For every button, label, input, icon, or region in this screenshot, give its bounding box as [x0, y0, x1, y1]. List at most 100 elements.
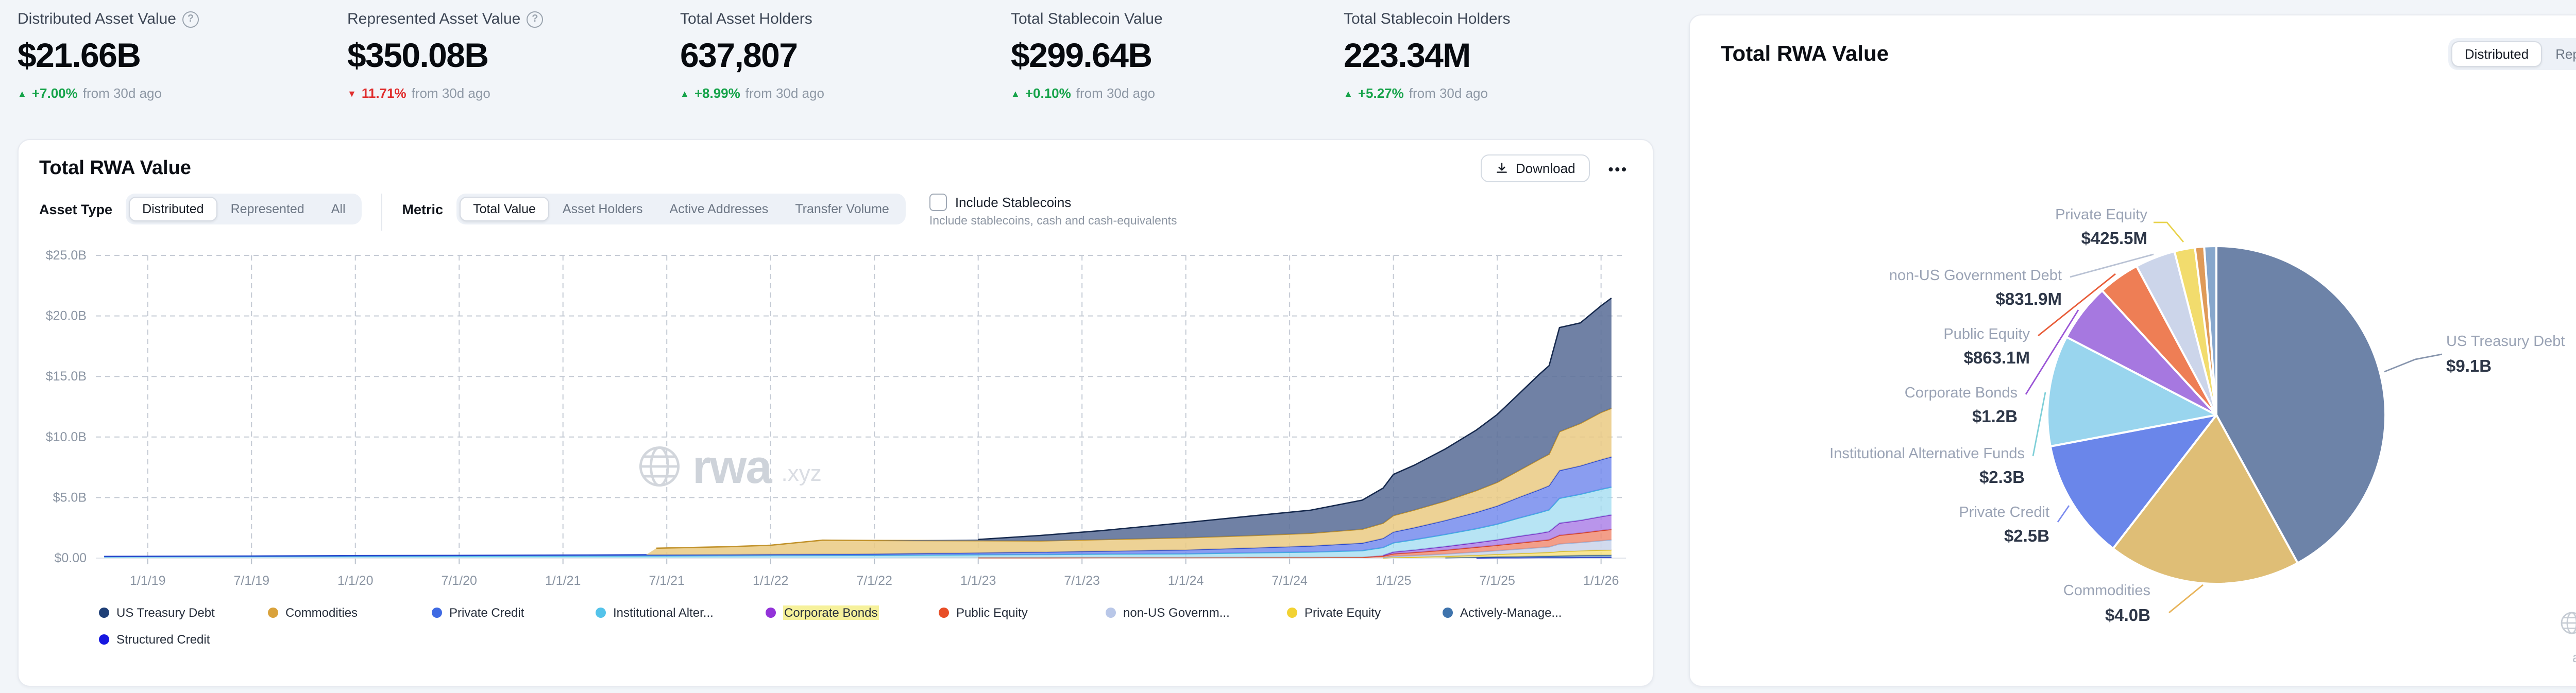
- metric-option-active-addresses[interactable]: Active Addresses: [656, 197, 782, 221]
- y-axis-tick: $20.0B: [46, 309, 87, 323]
- help-icon[interactable]: ?: [182, 11, 199, 27]
- x-axis-tick: 1/1/22: [753, 574, 789, 588]
- stat-value: $299.64B: [1011, 36, 1320, 75]
- include-stablecoins-checkbox[interactable]: [929, 194, 947, 211]
- pie-chart: Private Equity $425.5M non-US Government…: [1690, 15, 2576, 686]
- x-axis-tick: 7/1/20: [441, 574, 477, 588]
- stat-value: $21.66B: [18, 36, 327, 75]
- legend-item-non-us-government[interactable]: non-US Governm...: [1106, 605, 1230, 620]
- legend-dot: [99, 634, 109, 645]
- x-axis-tick: 7/1/25: [1479, 574, 1515, 588]
- pie-leader-line: [2384, 354, 2442, 372]
- x-axis-tick: 1/1/24: [1168, 574, 1204, 588]
- pie-label-public-equity: Public Equity: [1943, 326, 2030, 342]
- legend-dot: [1287, 608, 1297, 618]
- metric-option-asset-holders[interactable]: Asset Holders: [549, 197, 656, 221]
- total-rwa-value-pie-card: Total RWA Value Distributed Represented …: [1689, 14, 2576, 687]
- stat-distributed-asset-value: Distributed Asset Value ? $21.66B ▲+7.00…: [18, 10, 327, 101]
- asset-type-option-all[interactable]: All: [318, 197, 359, 221]
- x-axis-tick: 1/1/19: [130, 574, 166, 588]
- stat-label: Total Stablecoin Holders: [1344, 10, 1511, 28]
- pie-label-private-equity: Private Equity: [2055, 206, 2147, 223]
- pie-label-institutional-alternative-funds: Institutional Alternative Funds: [1829, 445, 2025, 462]
- metric-segmented-control: Total Value Asset Holders Active Address…: [456, 194, 906, 224]
- stat-label: Total Asset Holders: [680, 10, 812, 28]
- area-series-commodities[interactable]: [104, 408, 1612, 557]
- stat-label: Total Stablecoin Value: [1011, 10, 1163, 28]
- help-icon[interactable]: ?: [527, 11, 543, 27]
- x-axis-tick: 1/1/26: [1583, 574, 1619, 588]
- legend-dot: [1106, 608, 1116, 618]
- legend-dot: [596, 608, 606, 618]
- as-of-date: as of 01/20/2026: [2572, 650, 2576, 665]
- legend-item-private-credit[interactable]: Private Credit: [432, 605, 524, 620]
- x-axis-tick: 1/1/21: [545, 574, 581, 588]
- legend-item-actively-managed[interactable]: Actively-Manage...: [1443, 605, 1562, 620]
- download-button[interactable]: Download: [1481, 154, 1590, 182]
- area-series-us-treasury-debt[interactable]: [104, 298, 1612, 557]
- y-axis-tick: $5.0B: [53, 490, 87, 505]
- total-rwa-value-chart-card: Total RWA Value Download ••• Asset Type …: [18, 139, 1654, 687]
- delta-suffix: from 30d ago: [83, 85, 162, 101]
- delta-up-icon: ▲: [680, 88, 689, 98]
- delta-suffix: from 30d ago: [412, 85, 490, 101]
- pie-label-corporate-bonds: Corporate Bonds: [1905, 385, 2018, 401]
- pie-value-us-treasury-debt: $9.1B: [2446, 356, 2492, 375]
- include-stablecoins-label: Include Stablecoins: [955, 195, 1072, 210]
- metric-option-total-value[interactable]: Total Value: [460, 197, 549, 221]
- legend-dot: [268, 608, 278, 618]
- delta-pct: +5.27%: [1358, 85, 1404, 101]
- stat-represented-asset-value: Represented Asset Value ? $350.08B ▼11.7…: [347, 10, 656, 101]
- legend-item-institutional-alternative[interactable]: Institutional Alter...: [596, 605, 714, 620]
- legend-item-commodities[interactable]: Commodities: [268, 605, 358, 620]
- legend-dot: [432, 608, 442, 618]
- delta-suffix: from 30d ago: [1409, 85, 1488, 101]
- pie-value-private-equity: $425.5M: [2081, 229, 2147, 248]
- stat-value: 637,807: [680, 36, 989, 75]
- y-axis-tick: $10.0B: [46, 430, 87, 444]
- legend-item-public-equity[interactable]: Public Equity: [939, 605, 1028, 620]
- download-icon: [1495, 162, 1509, 175]
- stat-label: Distributed Asset Value: [18, 10, 176, 28]
- include-stablecoins-caption: Include stablecoins, cash and cash-equiv…: [929, 215, 1177, 228]
- metric-label: Metric: [402, 202, 444, 217]
- legend-dot: [766, 608, 776, 618]
- x-axis-tick: 7/1/23: [1064, 574, 1100, 588]
- legend-dot: [99, 608, 109, 618]
- asset-type-option-represented[interactable]: Represented: [217, 197, 318, 221]
- pie-option-represented[interactable]: Represented: [2542, 41, 2576, 67]
- delta-suffix: from 30d ago: [1076, 85, 1155, 101]
- delta-down-icon: ▼: [347, 88, 357, 98]
- pie-label-private-credit: Private Credit: [1959, 504, 2049, 521]
- metric-option-transfer-volume[interactable]: Transfer Volume: [782, 197, 903, 221]
- pie-value-private-credit: $2.5B: [2004, 526, 2049, 545]
- stat-total-stablecoin-holders: Total Stablecoin Holders 223.34M ▲ +5.27%…: [1344, 10, 1653, 101]
- delta-pct: +8.99%: [694, 85, 740, 101]
- x-axis-tick: 7/1/21: [649, 574, 685, 588]
- delta-pct: +0.10%: [1025, 85, 1071, 101]
- y-axis-tick: $25.0B: [46, 248, 87, 263]
- pie-leader-line: [2154, 222, 2183, 242]
- asset-type-option-distributed[interactable]: Distributed: [129, 197, 217, 221]
- pie-option-distributed[interactable]: Distributed: [2451, 41, 2542, 67]
- stat-total-asset-holders: Total Asset Holders 637,807 ▲+8.99%from …: [680, 10, 989, 101]
- x-axis-tick: 1/1/20: [337, 574, 374, 588]
- legend-dot: [1443, 608, 1453, 618]
- pie-label-non-us-government-debt: non-US Government Debt: [1889, 267, 2062, 284]
- delta-pct: 11.71%: [362, 85, 406, 101]
- dashboard: Distributed Asset Value ? $21.66B ▲+7.00…: [0, 0, 2576, 693]
- divider: [382, 194, 383, 231]
- chart-title: Total RWA Value: [39, 157, 191, 180]
- stat-value: 223.34M: [1344, 36, 1653, 75]
- x-axis-tick: 7/1/22: [856, 574, 892, 588]
- pie-leader-line: [2058, 506, 2069, 522]
- delta-up-icon: ▲: [1344, 88, 1353, 98]
- y-axis-tick: $15.0B: [46, 369, 87, 384]
- legend-item-private-equity[interactable]: Private Equity: [1287, 605, 1381, 620]
- x-axis-tick: 7/1/19: [233, 574, 269, 588]
- more-menu-button[interactable]: •••: [1604, 156, 1632, 181]
- legend-item-us-treasury-debt[interactable]: US Treasury Debt: [99, 605, 215, 620]
- y-axis-tick: $0.00: [54, 551, 87, 565]
- legend-item-structured-credit[interactable]: Structured Credit: [99, 632, 210, 647]
- legend-item-corporate-bonds[interactable]: Corporate Bonds: [766, 605, 878, 620]
